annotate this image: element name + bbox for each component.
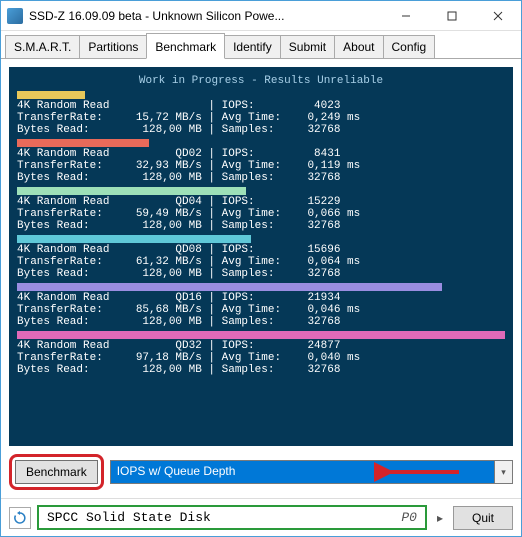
- benchmark-bar: [17, 235, 251, 243]
- tab-bar: S.M.A.R.T.PartitionsBenchmarkIdentifySub…: [1, 31, 521, 59]
- tab-config[interactable]: Config: [383, 35, 436, 58]
- benchmark-bar: [17, 283, 442, 291]
- benchmark-bar: [17, 91, 85, 99]
- dropdown-selected: IOPS w/ Queue Depth: [111, 461, 494, 483]
- chevron-right-icon[interactable]: ▸: [433, 511, 447, 525]
- disk-name: SPCC Solid State Disk: [47, 510, 211, 525]
- bench-row: TransferRate: 59,49 MB/s | Avg Time: 0,0…: [17, 208, 505, 220]
- benchmark-block: 4K Random Read QD04 | IOPS: 15229Transfe…: [17, 187, 505, 232]
- bench-row: TransferRate: 97,18 MB/s | Avg Time: 0,0…: [17, 352, 505, 364]
- benchmark-block: 4K Random Read QD02 | IOPS: 8431Transfer…: [17, 139, 505, 184]
- benchmark-status-text: Work in Progress - Results Unreliable: [17, 75, 505, 87]
- bench-row: TransferRate: 61,32 MB/s | Avg Time: 0,0…: [17, 256, 505, 268]
- titlebar: SSD-Z 16.09.09 beta - Unknown Silicon Po…: [1, 1, 521, 31]
- benchmark-bar: [17, 139, 149, 147]
- bench-row: Bytes Read: 128,00 MB | Samples: 32768: [17, 268, 505, 280]
- benchmark-mode-dropdown[interactable]: IOPS w/ Queue Depth ▾: [110, 460, 513, 484]
- window-title: SSD-Z 16.09.09 beta - Unknown Silicon Po…: [29, 9, 383, 23]
- benchmark-block: 4K Random Read QD08 | IOPS: 15696Transfe…: [17, 235, 505, 280]
- tab-smart[interactable]: S.M.A.R.T.: [5, 35, 80, 58]
- bench-row: Bytes Read: 128,00 MB | Samples: 32768: [17, 124, 505, 136]
- refresh-button[interactable]: [9, 507, 31, 529]
- tab-benchmark[interactable]: Benchmark: [146, 33, 225, 59]
- bench-row: 4K Random Read QD04 | IOPS: 15229: [17, 196, 505, 208]
- benchmark-controls: Benchmark IOPS w/ Queue Depth ▾: [9, 454, 513, 490]
- quit-button[interactable]: Quit: [453, 506, 513, 530]
- tab-about[interactable]: About: [334, 35, 383, 58]
- benchmark-button-highlight: Benchmark: [9, 454, 104, 490]
- disk-port: P0: [401, 510, 417, 525]
- bench-row: TransferRate: 15,72 MB/s | Avg Time: 0,2…: [17, 112, 505, 124]
- benchmark-button[interactable]: Benchmark: [15, 460, 98, 484]
- tab-partitions[interactable]: Partitions: [79, 35, 147, 58]
- benchmark-output: Work in Progress - Results Unreliable 4K…: [9, 67, 513, 446]
- maximize-button[interactable]: [429, 1, 475, 31]
- app-icon: [7, 8, 23, 24]
- benchmark-block: 4K Random Read QD32 | IOPS: 24877Transfe…: [17, 331, 505, 376]
- tab-content: Work in Progress - Results Unreliable 4K…: [1, 59, 521, 498]
- bench-row: 4K Random Read QD16 | IOPS: 21934: [17, 292, 505, 304]
- tab-submit[interactable]: Submit: [280, 35, 335, 58]
- disk-selector[interactable]: SPCC Solid State Disk P0: [37, 505, 427, 530]
- bench-row: Bytes Read: 128,00 MB | Samples: 32768: [17, 220, 505, 232]
- bench-row: Bytes Read: 128,00 MB | Samples: 32768: [17, 172, 505, 184]
- benchmark-bar: [17, 331, 505, 339]
- app-window: SSD-Z 16.09.09 beta - Unknown Silicon Po…: [0, 0, 522, 537]
- status-bar: SPCC Solid State Disk P0 ▸ Quit: [1, 498, 521, 536]
- bench-row: 4K Random Read QD02 | IOPS: 8431: [17, 148, 505, 160]
- annotation-arrow-icon: [374, 462, 464, 482]
- minimize-button[interactable]: [383, 1, 429, 31]
- bench-row: 4K Random Read QD32 | IOPS: 24877: [17, 340, 505, 352]
- bench-row: Bytes Read: 128,00 MB | Samples: 32768: [17, 316, 505, 328]
- bench-row: 4K Random Read QD08 | IOPS: 15696: [17, 244, 505, 256]
- bench-row: 4K Random Read | IOPS: 4023: [17, 100, 505, 112]
- chevron-down-icon[interactable]: ▾: [494, 461, 512, 483]
- close-button[interactable]: [475, 1, 521, 31]
- benchmark-block: 4K Random Read QD16 | IOPS: 21934Transfe…: [17, 283, 505, 328]
- benchmark-bar: [17, 187, 246, 195]
- benchmark-block: 4K Random Read | IOPS: 4023TransferRate:…: [17, 91, 505, 136]
- dropdown-selected-label: IOPS w/ Queue Depth: [117, 464, 236, 478]
- bench-row: Bytes Read: 128,00 MB | Samples: 32768: [17, 364, 505, 376]
- bench-row: TransferRate: 85,68 MB/s | Avg Time: 0,0…: [17, 304, 505, 316]
- refresh-icon: [13, 511, 27, 525]
- tab-identify[interactable]: Identify: [224, 35, 281, 58]
- bench-row: TransferRate: 32,93 MB/s | Avg Time: 0,1…: [17, 160, 505, 172]
